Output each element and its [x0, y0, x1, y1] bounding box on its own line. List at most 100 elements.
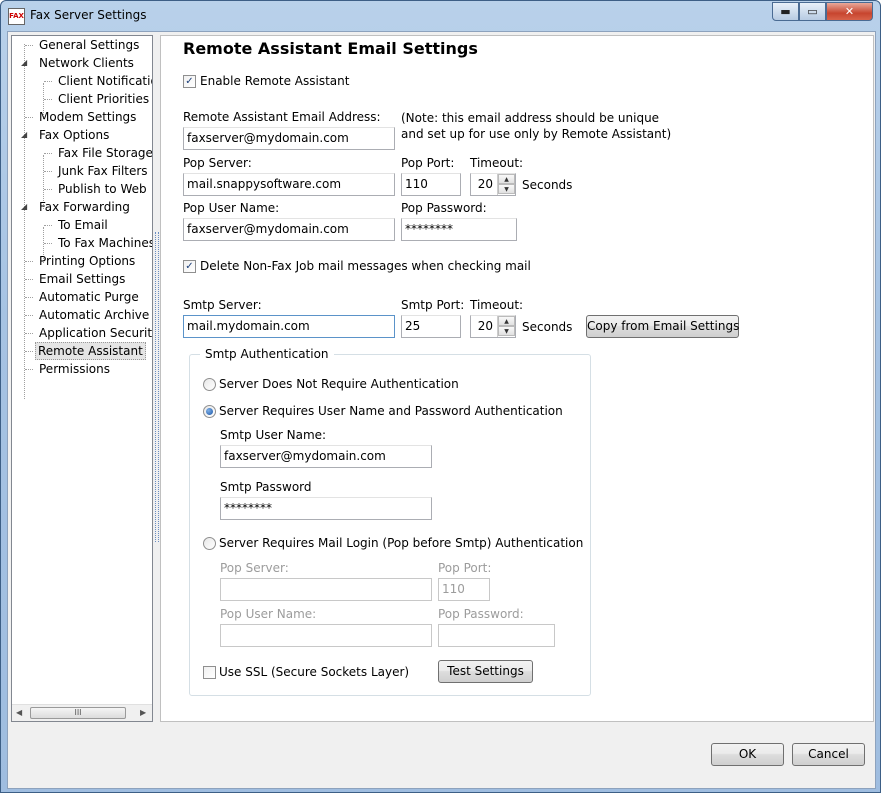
pop-password-field[interactable]: ********: [401, 218, 517, 241]
pop-timeout-spinner[interactable]: ▲ ▼: [497, 174, 515, 195]
tree-item-fax-file-storage[interactable]: Fax File Storage: [56, 144, 152, 162]
expanded-triangle-icon[interactable]: ◢: [21, 203, 28, 211]
tree-guide-line: [44, 81, 52, 82]
pop-server-field[interactable]: mail.snappysoftware.com: [183, 173, 395, 196]
window-title: Fax Server Settings: [30, 8, 147, 22]
tree-guide-line: [24, 44, 25, 399]
pb-pop-user-label: Pop User Name:: [220, 607, 317, 621]
dialog-client-area: General Settings ◢ Network Clients Clien…: [7, 31, 876, 789]
scroll-right-icon[interactable]: ▶: [140, 708, 146, 717]
smtp-user-label: Smtp User Name:: [220, 428, 327, 442]
tree-item-general-settings[interactable]: General Settings: [37, 36, 141, 54]
remote-assistant-panel: Remote Assistant Email Settings ✓ Enable…: [160, 35, 874, 722]
spin-up-icon[interactable]: ▲: [498, 316, 515, 326]
pb-pop-user-field[interactable]: [220, 624, 432, 647]
cancel-button[interactable]: Cancel: [792, 743, 865, 766]
scrollbar-thumb[interactable]: III: [30, 707, 126, 719]
tree-item-client-priorities[interactable]: Client Priorities: [56, 90, 151, 108]
pop-server-label: Pop Server:: [183, 156, 252, 170]
smtp-user-field[interactable]: faxserver@mydomain.com: [220, 445, 432, 468]
test-settings-button[interactable]: Test Settings: [438, 660, 533, 683]
smtp-password-label: Smtp Password: [220, 480, 312, 494]
tree-item-modem-settings[interactable]: Modem Settings: [37, 108, 138, 126]
maximize-button[interactable]: ▭: [799, 2, 826, 21]
tree-item-client-notifications[interactable]: Client Notifications: [56, 72, 152, 90]
tree-item-automatic-archive[interactable]: Automatic Archive: [37, 306, 151, 324]
maximize-icon: ▭: [807, 5, 818, 18]
auth-pop-before-smtp-label: Server Requires Mail Login (Pop before S…: [219, 536, 584, 550]
minimize-button[interactable]: ▬: [772, 2, 799, 21]
spin-up-icon[interactable]: ▲: [498, 174, 515, 184]
tree-horizontal-scrollbar[interactable]: ◀ III ▶: [12, 704, 152, 721]
tree-guide-line: [44, 189, 52, 190]
expanded-triangle-icon[interactable]: ◢: [21, 59, 28, 67]
pb-pop-port-label: Pop Port:: [438, 561, 492, 575]
close-button[interactable]: ✕: [826, 2, 873, 21]
tree-item-email-settings[interactable]: Email Settings: [37, 270, 127, 288]
tree-item-automatic-purge[interactable]: Automatic Purge: [37, 288, 141, 306]
email-note-line-2: and set up for use only by Remote Assist…: [401, 127, 672, 141]
pop-user-field[interactable]: faxserver@mydomain.com: [183, 218, 395, 241]
tree-item-fax-forwarding[interactable]: Fax Forwarding: [37, 198, 132, 216]
email-address-field[interactable]: faxserver@mydomain.com: [183, 127, 395, 150]
smtp-server-field[interactable]: mail.mydomain.com: [183, 315, 395, 338]
auth-user-pass-radio[interactable]: [203, 405, 216, 418]
delete-non-fax-label: Delete Non-Fax Job mail messages when ch…: [200, 259, 531, 273]
delete-non-fax-checkbox[interactable]: ✓: [183, 260, 196, 273]
smtp-server-label: Smtp Server:: [183, 298, 262, 312]
scroll-left-icon[interactable]: ◀: [16, 708, 22, 717]
tree-item-remote-assistant[interactable]: Remote Assistant: [35, 342, 146, 360]
tree-guide-line: [44, 243, 52, 244]
spin-down-icon[interactable]: ▼: [498, 184, 515, 194]
pop-port-field[interactable]: 110: [401, 173, 461, 196]
expanded-triangle-icon[interactable]: ◢: [21, 131, 28, 139]
tree-guide-line: [44, 225, 52, 226]
email-note-line-1: (Note: this email address should be uniq…: [401, 111, 660, 125]
pb-pop-server-label: Pop Server:: [220, 561, 289, 575]
tree-item-junk-fax-filters[interactable]: Junk Fax Filters: [56, 162, 150, 180]
tree-guide-line: [44, 153, 52, 154]
title-bar[interactable]: FAX Fax Server Settings ▬ ▭ ✕: [1, 1, 880, 31]
tree-item-printing-options[interactable]: Printing Options: [37, 252, 137, 270]
tree-item-to-fax-machines[interactable]: To Fax Machines: [56, 234, 152, 252]
pop-password-label: Pop Password:: [401, 201, 487, 215]
smtp-authentication-title: Smtp Authentication: [200, 347, 334, 361]
tree-item-publish-to-web[interactable]: Publish to Web: [56, 180, 149, 198]
copy-from-email-settings-button[interactable]: Copy from Email Settings: [586, 315, 739, 338]
tree-item-to-email[interactable]: To Email: [56, 216, 110, 234]
smtp-timeout-spinner[interactable]: ▲ ▼: [497, 316, 515, 337]
tree-guide-line: [25, 297, 33, 298]
tree-item-permissions[interactable]: Permissions: [37, 360, 112, 378]
tree-guide-line: [25, 333, 33, 334]
smtp-port-field[interactable]: 25: [401, 315, 461, 338]
panel-splitter[interactable]: [155, 232, 159, 542]
use-ssl-label: Use SSL (Secure Sockets Layer): [219, 665, 410, 679]
tree-guide-line: [25, 369, 33, 370]
tree-item-network-clients[interactable]: Network Clients: [37, 54, 136, 72]
enable-remote-assistant-checkbox[interactable]: ✓: [183, 75, 196, 88]
tree-guide-line: [25, 279, 33, 280]
tree-guide-line: [44, 99, 52, 100]
smtp-timeout-label: Timeout:: [470, 298, 524, 312]
tree-guide-line: [25, 117, 33, 118]
pb-pop-server-field[interactable]: [220, 578, 432, 601]
tree-item-fax-options[interactable]: Fax Options: [37, 126, 111, 144]
use-ssl-checkbox[interactable]: [203, 666, 216, 679]
auth-none-label: Server Does Not Require Authentication: [219, 377, 459, 391]
grip-icon: III: [74, 708, 82, 717]
tree-guide-line: [25, 351, 33, 352]
tree-guide-line: [25, 315, 33, 316]
pb-pop-password-label: Pop Password:: [438, 607, 524, 621]
ok-button[interactable]: OK: [711, 743, 784, 766]
pb-pop-port-field[interactable]: 110: [438, 578, 490, 601]
pop-seconds-label: Seconds: [522, 178, 573, 192]
close-icon: ✕: [844, 5, 855, 18]
smtp-password-field[interactable]: ********: [220, 497, 432, 520]
auth-pop-before-smtp-radio[interactable]: [203, 537, 216, 550]
tree-guide-line: [44, 171, 52, 172]
auth-none-radio[interactable]: [203, 378, 216, 391]
enable-remote-assistant-label: Enable Remote Assistant: [200, 74, 350, 88]
pb-pop-password-field[interactable]: [438, 624, 555, 647]
spin-down-icon[interactable]: ▼: [498, 326, 515, 336]
tree-item-application-security[interactable]: Application Security: [37, 324, 152, 342]
